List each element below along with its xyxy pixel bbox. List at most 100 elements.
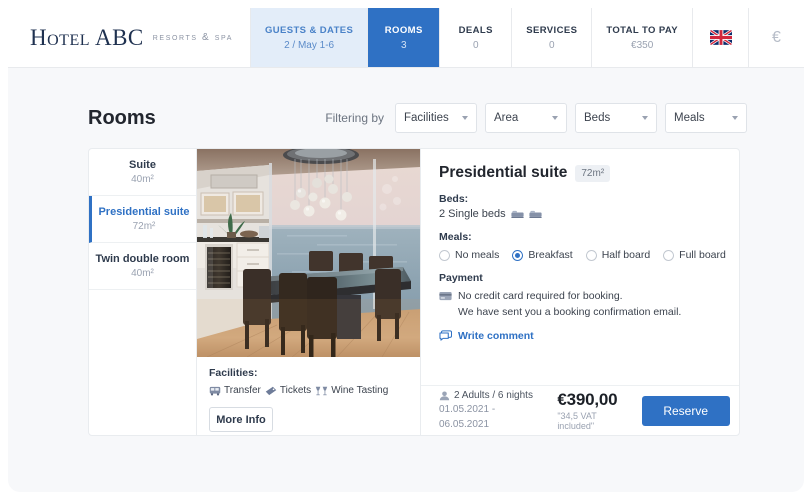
payment-line-1: No credit card required for booking. <box>458 290 623 302</box>
euro-icon: € <box>772 28 781 46</box>
filter-beds-label: Beds <box>584 112 611 124</box>
tab-total-title: Total to pay <box>606 24 678 36</box>
payment-info: No credit card required for booking. We … <box>439 289 726 321</box>
page-title: Rooms <box>88 106 156 129</box>
chevron-down-icon <box>732 116 738 120</box>
room-name: Presidential suite <box>98 206 190 219</box>
filter-meals-label: Meals <box>674 112 705 124</box>
room-size-badge: 72m² <box>575 164 611 182</box>
facility-tickets-label: Tickets <box>279 385 312 396</box>
tab-deals-title: Deals <box>458 24 493 36</box>
meals-option-half-board-label: Half board <box>601 249 651 261</box>
filter-facilities[interactable]: Facilities <box>395 103 477 133</box>
room-detail-panel: Presidential suite 72m² Beds: 2 Single b… <box>421 149 739 435</box>
tab-services-title: Services <box>526 24 578 36</box>
tab-services-sub: 0 <box>549 39 555 51</box>
room-name: Suite <box>129 159 156 172</box>
facilities-label: Facilities: <box>209 367 258 379</box>
uk-flag-icon <box>709 30 732 45</box>
bed-icon <box>511 210 524 219</box>
payment-text: No credit card required for booking. We … <box>458 289 681 321</box>
room-list-item-twin-double-room[interactable]: Twin double room 40m² <box>89 243 196 290</box>
tab-guests-dates-sub: 2 / May 1-6 <box>284 39 335 51</box>
room-photo-column: Facilities: Transfer Tickets Wine Tastin… <box>197 149 421 435</box>
chevron-down-icon <box>462 116 468 120</box>
vat-note: "34,5 VAT included" <box>557 411 597 431</box>
app-header: Hotel ABC Resorts & Spa Guests & Dates 2… <box>8 8 804 68</box>
facility-wine-tasting: Wine Tasting <box>315 385 388 396</box>
beds-value: 2 Single beds <box>439 208 506 220</box>
room-size: 40m² <box>131 267 154 279</box>
room-list-item-suite[interactable]: Suite 40m² <box>89 149 196 196</box>
room-list-item-presidential-suite[interactable]: Presidential suite 72m² <box>89 196 196 243</box>
tab-rooms[interactable]: Rooms 3 <box>367 8 440 67</box>
chevron-down-icon <box>552 116 558 120</box>
total-price: €390,00 <box>557 390 618 409</box>
tab-rooms-sub: 3 <box>400 39 407 51</box>
room-detail-title: Presidential suite <box>439 164 568 181</box>
guests-text: 2 Adults / 6 nights <box>454 389 533 401</box>
language-selector[interactable] <box>692 8 748 67</box>
facility-tickets: Tickets <box>265 385 311 396</box>
room-card: Suite 40m² Presidential suite 72m² Twin … <box>88 148 740 436</box>
tab-guests-dates-title: Guests & Dates <box>264 24 354 36</box>
meals-option-no-meals[interactable]: No meals <box>439 249 499 261</box>
tab-total-to-pay[interactable]: Total to pay €350 <box>591 8 692 67</box>
booking-footer: 2 Adults / 6 nights 01.05.2021 - 06.05.2… <box>421 385 739 435</box>
brand-logo[interactable]: Hotel ABC Resorts & Spa <box>8 8 250 67</box>
room-detail-body: Presidential suite 72m² Beds: 2 Single b… <box>421 149 739 385</box>
meals-option-no-meals-label: No meals <box>455 249 500 261</box>
chevron-down-icon <box>642 116 648 120</box>
filter-facilities-label: Facilities <box>404 112 449 124</box>
room-photo[interactable] <box>197 149 420 357</box>
meals-option-breakfast-label: Breakfast <box>528 249 573 261</box>
stay-dates: 01.05.2021 - 06.05.2021 <box>439 404 496 430</box>
write-comment-link[interactable]: Write comment <box>439 330 726 342</box>
filter-area[interactable]: Area <box>485 103 567 133</box>
filter-area-label: Area <box>494 112 519 124</box>
facility-transfer: Transfer <box>209 385 261 396</box>
tab-deals[interactable]: Deals 0 <box>439 8 511 67</box>
guests-row: 2 Adults / 6 nights <box>439 389 539 404</box>
bus-icon <box>209 386 221 396</box>
room-detail-header: Presidential suite 72m² <box>439 164 726 182</box>
tab-guests-dates[interactable]: Guests & Dates 2 / May 1-6 <box>249 8 368 67</box>
radio-icon-selected <box>512 249 524 261</box>
tab-rooms-title: Rooms <box>384 24 423 36</box>
price-summary: €390,00 "34,5 VAT included" <box>557 390 629 431</box>
page-toolbar: Rooms Filtering by Facilities Area Beds … <box>8 100 804 136</box>
facilities-list: Transfer Tickets Wine Tasting <box>209 385 408 396</box>
meals-option-full-board-label: Full board <box>679 249 726 261</box>
credit-card-icon <box>439 291 452 301</box>
page-content: Rooms Filtering by Facilities Area Beds … <box>8 68 804 492</box>
comment-bubble-icon <box>439 330 452 341</box>
beds-value-row: 2 Single beds <box>439 208 726 220</box>
radio-icon <box>585 249 597 261</box>
reserve-button[interactable]: Reserve <box>641 395 730 426</box>
filter-label: Filtering by <box>325 111 384 125</box>
tab-deals-sub: 0 <box>472 39 479 51</box>
room-list: Suite 40m² Presidential suite 72m² Twin … <box>89 149 197 435</box>
app-window: Hotel ABC Resorts & Spa Guests & Dates 2… <box>8 8 804 492</box>
meals-option-breakfast[interactable]: Breakfast <box>512 249 573 261</box>
radio-icon <box>663 249 675 261</box>
tab-total-sub: €350 <box>631 39 654 51</box>
filter-beds[interactable]: Beds <box>575 103 657 133</box>
nav-tabs: Guests & Dates 2 / May 1-6 Rooms 3 Deals… <box>249 8 804 67</box>
beds-label: Beds: <box>439 193 469 205</box>
meals-option-half-board[interactable]: Half board <box>585 249 651 261</box>
currency-selector[interactable]: € <box>748 8 804 67</box>
more-info-button[interactable]: More Info <box>209 407 273 432</box>
brand-name: Hotel ABC <box>30 24 144 50</box>
meals-option-full-board[interactable]: Full board <box>663 249 726 261</box>
filter-meals[interactable]: Meals <box>665 103 747 133</box>
tab-services[interactable]: Services 0 <box>511 8 591 67</box>
facility-wine-tasting-label: Wine Tasting <box>331 385 389 396</box>
meals-radio-group: No meals Breakfast Half board Full board <box>439 249 726 261</box>
room-size: 72m² <box>132 220 156 232</box>
meals-label: Meals: <box>439 231 472 243</box>
ticket-icon <box>265 386 277 396</box>
facilities-section: Facilities: Transfer Tickets Wine Tastin… <box>197 357 420 435</box>
guests-summary: 2 Adults / 6 nights 01.05.2021 - 06.05.2… <box>439 389 539 433</box>
wine-glasses-icon <box>315 386 328 396</box>
